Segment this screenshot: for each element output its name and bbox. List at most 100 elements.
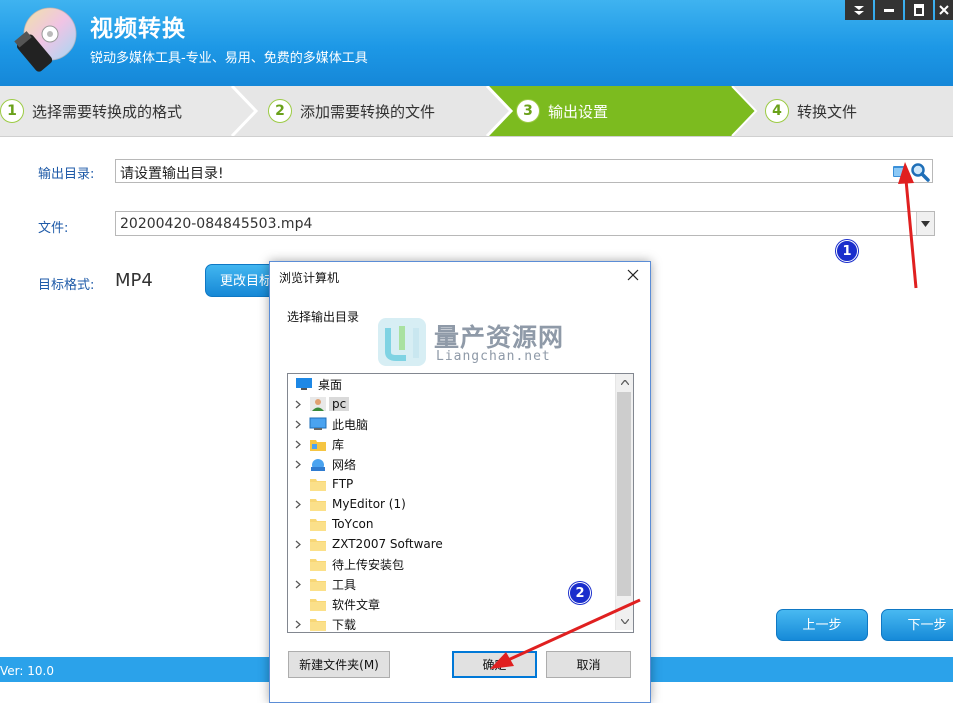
chevron-right-icon[interactable] <box>292 458 304 470</box>
step-number: 3 <box>516 99 540 123</box>
menu-arrow-icon <box>854 6 864 15</box>
menu-dropdown-button[interactable] <box>845 0 873 20</box>
disc-torch-logo-icon <box>14 7 77 72</box>
annotation-badge-1: 1 <box>836 240 858 262</box>
file-label: 文件: <box>38 221 69 236</box>
version-label: Ver: 10.0 <box>0 664 54 678</box>
desktop-icon <box>295 376 313 392</box>
tree-item-label: 待上传安装包 <box>332 557 405 572</box>
chevron-down-icon <box>620 619 629 624</box>
step-label: 转换文件 <box>797 102 858 121</box>
vertical-scrollbar[interactable] <box>615 374 633 630</box>
folder-icon <box>309 496 327 512</box>
tree-item-label: MyEditor (1) <box>332 497 406 511</box>
folder-icon <box>309 616 327 632</box>
prev-step-button[interactable]: 上一步 <box>776 609 868 641</box>
maximize-button[interactable] <box>905 0 933 20</box>
chevron-right-icon[interactable] <box>292 398 304 410</box>
step-3[interactable]: 3 输出设置 <box>516 86 608 136</box>
scroll-up-button[interactable] <box>616 374 633 391</box>
tree-item[interactable]: 待上传安装包 <box>288 554 619 574</box>
step-4[interactable]: 4 转换文件 <box>765 86 857 136</box>
tree-item[interactable]: 下载 <box>288 614 619 632</box>
tree-item-label: 桌面 <box>318 377 343 392</box>
folder-icon <box>309 516 327 532</box>
tree-item-label: ToYcon <box>332 517 374 531</box>
computer-icon <box>309 416 327 432</box>
search-icon[interactable] <box>910 162 930 182</box>
tree-item-label: 下载 <box>332 617 357 632</box>
chevron-right-icon[interactable] <box>292 618 304 630</box>
minimize-icon <box>884 9 894 12</box>
chevron-right-icon[interactable] <box>292 578 304 590</box>
new-folder-button[interactable]: 新建文件夹(M) <box>288 651 390 678</box>
step-number: 4 <box>765 99 789 123</box>
step-number: 2 <box>268 99 292 123</box>
folder-icon <box>309 556 327 572</box>
dialog-close-icon[interactable] <box>624 266 642 284</box>
watermark: 量产资源网 Liangchan.net <box>376 316 586 368</box>
scroll-thumb[interactable] <box>617 392 631 596</box>
library-icon <box>309 436 327 452</box>
browse-folder-dialog: 浏览计算机 选择输出目录 量产资源网 Liangchan.net 桌面 pc 此电脑… <box>269 261 651 703</box>
tree-item[interactable]: 网络 <box>288 454 619 474</box>
dialog-prompt: 选择输出目录 <box>287 310 360 324</box>
tree-item-label: ZXT2007 Software <box>332 537 443 551</box>
tree-item[interactable]: 库 <box>288 434 619 454</box>
dropdown-button[interactable] <box>916 212 934 235</box>
tree-item-label: 库 <box>332 437 345 452</box>
step-2[interactable]: 2 添加需要转换的文件 <box>268 86 435 136</box>
close-window-button[interactable] <box>935 0 953 20</box>
minimize-button[interactable] <box>875 0 903 20</box>
watermark-subtitle: Liangchan.net <box>436 349 551 364</box>
folder-icon <box>309 476 327 492</box>
file-select[interactable]: 20200420-084845503.mp4 <box>115 211 935 236</box>
tree-item-label: 网络 <box>332 457 357 472</box>
step-label: 添加需要转换的文件 <box>300 102 436 121</box>
tree-item-label: 此电脑 <box>332 417 369 432</box>
browse-folder-icon[interactable] <box>892 163 908 179</box>
output-dir-value: 请设置输出目录! <box>120 166 224 182</box>
tree-item[interactable]: 此电脑 <box>288 414 619 434</box>
tree-item-label: 工具 <box>332 577 357 592</box>
ok-button[interactable]: 确定 <box>452 651 537 678</box>
tree-item[interactable]: FTP <box>288 474 619 494</box>
tree-item[interactable]: MyEditor (1) <box>288 494 619 514</box>
network-icon <box>309 456 327 472</box>
output-dir-label: 输出目录: <box>38 167 95 182</box>
cancel-button[interactable]: 取消 <box>546 651 631 678</box>
app-subtitle: 锐动多媒体工具-专业、易用、免费的多媒体工具 <box>90 51 368 66</box>
chevron-down-icon <box>921 220 930 227</box>
next-step-button[interactable]: 下一步 <box>881 609 953 641</box>
tree-item[interactable]: ZXT2007 Software <box>288 534 619 554</box>
folder-icon <box>309 536 327 552</box>
tree-item[interactable]: 桌面 <box>288 374 617 394</box>
output-dir-field[interactable]: 请设置输出目录! <box>115 159 933 183</box>
dialog-title: 浏览计算机 <box>279 271 340 285</box>
scroll-down-button[interactable] <box>616 613 633 630</box>
chevron-up-icon <box>620 380 629 385</box>
file-select-value: 20200420-084845503.mp4 <box>120 216 313 232</box>
chevron-right-icon[interactable] <box>292 498 304 510</box>
app-header: 视频转换 锐动多媒体工具-专业、易用、免费的多媒体工具 <box>0 0 953 86</box>
wizard-steps: 1 选择需要转换成的格式 2 添加需要转换的文件 3 输出设置 4 转换文件 <box>0 86 953 137</box>
tree-item-label: pc <box>329 397 350 411</box>
user-icon <box>309 396 327 412</box>
target-format-label: 目标格式: <box>38 278 95 293</box>
tree-item[interactable]: ToYcon <box>288 514 619 534</box>
app-title: 视频转换 <box>90 16 186 42</box>
chevron-right-icon[interactable] <box>292 418 304 430</box>
chevron-right-icon[interactable] <box>292 538 304 550</box>
target-format-value: MP4 <box>115 270 153 291</box>
chevron-right-icon[interactable] <box>292 438 304 450</box>
tree-item-label: 软件文章 <box>332 597 381 612</box>
step-1[interactable]: 1 选择需要转换成的格式 <box>0 86 182 136</box>
tree-item-label: FTP <box>332 477 354 491</box>
watermark-logo-icon <box>378 318 426 366</box>
step-label: 选择需要转换成的格式 <box>32 102 183 121</box>
tree-item[interactable]: pc <box>288 394 619 414</box>
